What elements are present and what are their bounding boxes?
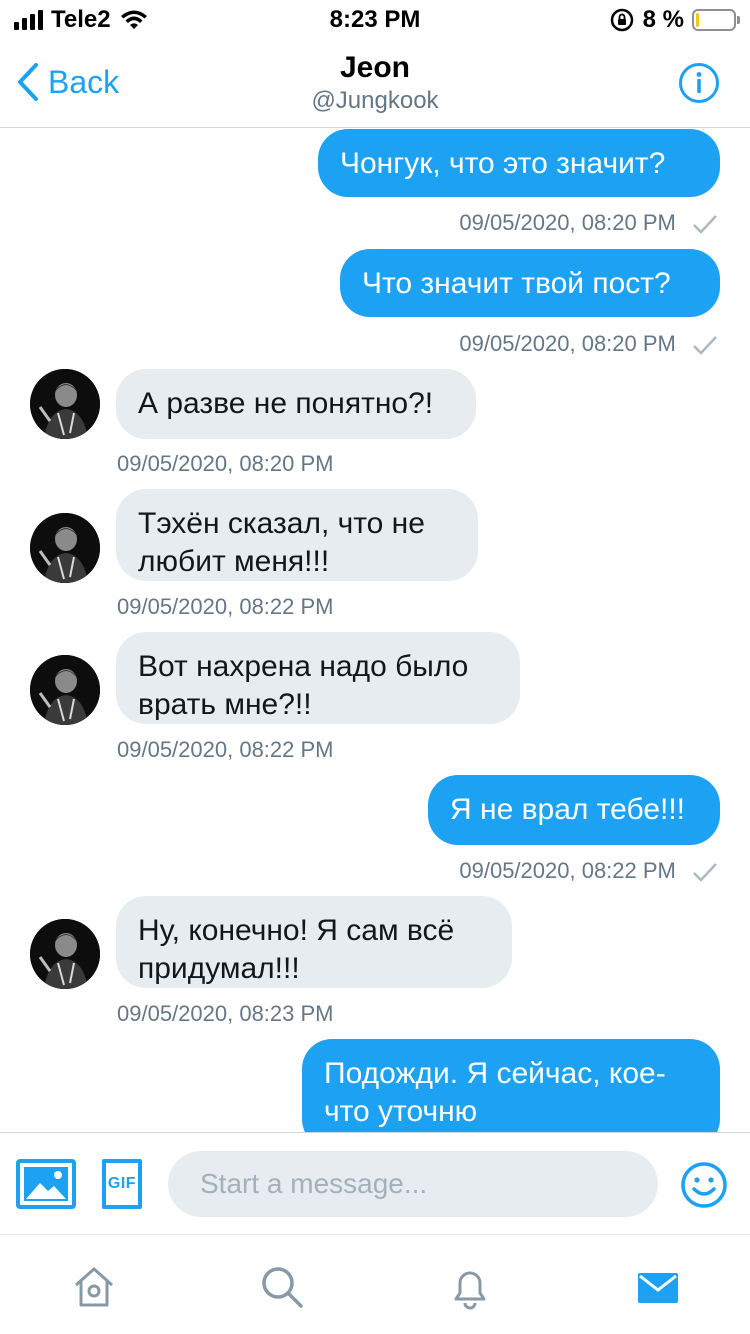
- contact-name: Jeon: [339, 51, 411, 84]
- timestamp-text: 09/05/2020, 08:22 PM: [117, 737, 334, 762]
- message-composer: GIF: [0, 1132, 750, 1234]
- message-text: Что значит твой пост?: [362, 267, 671, 300]
- message-timestamp: 09/05/2020, 08:20 PM: [459, 209, 718, 237]
- message-text: Подожди. Я сейчас, кое-что уточню: [324, 1057, 666, 1128]
- timestamp-text: 09/05/2020, 08:20 PM: [117, 451, 334, 476]
- notifications-icon[interactable]: [446, 1263, 494, 1311]
- info-icon[interactable]: [678, 62, 720, 104]
- message-text: Тэхён сказал, что не любит меня!!!: [138, 507, 425, 578]
- timestamp-text: 09/05/2020, 08:20 PM: [459, 210, 676, 235]
- message-bubble-outgoing[interactable]: Что значит твой пост?: [340, 249, 720, 317]
- timestamp-text: 09/05/2020, 08:22 PM: [117, 594, 334, 619]
- timestamp-text: 09/05/2020, 08:22 PM: [459, 858, 676, 883]
- message-bubble-incoming[interactable]: Вот нахрена надо было врать мне?!!: [116, 632, 520, 724]
- contact-info[interactable]: Jeon @Jungkook: [0, 50, 750, 116]
- gif-button[interactable]: GIF: [102, 1159, 142, 1209]
- tab-bar: [0, 1234, 750, 1334]
- message-text: Чонгук, что это значит?: [340, 147, 666, 180]
- message-bubble-outgoing[interactable]: Я не врал тебе!!!: [428, 775, 720, 845]
- message-text: Ну, конечно! Я сам всё придумал!!!: [138, 914, 455, 985]
- avatar[interactable]: [30, 919, 100, 989]
- timestamp-text: 09/05/2020, 08:20 PM: [459, 331, 676, 356]
- battery-icon: [692, 9, 740, 31]
- message-text: Вот нахрена надо было врать мне?!!: [138, 650, 469, 721]
- message-timestamp: 09/05/2020, 08:20 PM: [459, 330, 718, 358]
- avatar-photo: [30, 369, 100, 439]
- sent-check-icon: [693, 215, 717, 234]
- message-text: Я не врал тебе!!!: [450, 793, 686, 826]
- status-bar: Tele2 8:23 PM 8 %: [0, 0, 750, 40]
- sent-check-icon: [693, 336, 717, 355]
- search-icon[interactable]: [258, 1263, 306, 1311]
- message-text: А разве не понятно?!: [138, 387, 434, 420]
- sent-check-icon: [693, 863, 717, 882]
- avatar[interactable]: [30, 369, 100, 439]
- message-bubble-outgoing[interactable]: Подожди. Я сейчас, кое-что уточню: [302, 1039, 720, 1132]
- avatar[interactable]: [30, 513, 100, 583]
- gif-label: GIF: [107, 1175, 137, 1192]
- avatar-photo: [30, 919, 100, 989]
- image-icon[interactable]: [16, 1159, 76, 1209]
- battery-percent: 8 %: [642, 6, 684, 33]
- message-list[interactable]: Чонгук, что это значит? 09/05/2020, 08:2…: [0, 129, 750, 1132]
- home-icon[interactable]: [70, 1263, 118, 1311]
- contact-handle: @Jungkook: [311, 87, 439, 114]
- message-timestamp: 09/05/2020, 08:23 PM: [117, 1000, 334, 1028]
- message-timestamp: 09/05/2020, 08:22 PM: [117, 593, 334, 621]
- message-bubble-incoming[interactable]: Ну, конечно! Я сам всё придумал!!!: [116, 896, 512, 988]
- message-timestamp: 09/05/2020, 08:20 PM: [117, 450, 334, 478]
- message-timestamp: 09/05/2020, 08:22 PM: [459, 857, 718, 885]
- message-input[interactable]: [168, 1151, 658, 1217]
- battery-level: [696, 13, 699, 27]
- orientation-lock-icon: [610, 8, 633, 32]
- avatar[interactable]: [30, 655, 100, 725]
- message-bubble-outgoing[interactable]: Чонгук, что это значит?: [318, 129, 720, 197]
- messages-icon[interactable]: [634, 1263, 682, 1311]
- status-right: 8 %: [609, 6, 740, 34]
- message-bubble-incoming[interactable]: Тэхён сказал, что не любит меня!!!: [116, 489, 478, 581]
- message-timestamp: 09/05/2020, 08:22 PM: [117, 736, 334, 764]
- conversation-header: Back Jeon @Jungkook: [0, 40, 750, 128]
- message-bubble-incoming[interactable]: А разве не понятно?!: [116, 369, 476, 439]
- avatar-photo: [30, 513, 100, 583]
- emoji-icon[interactable]: [680, 1161, 728, 1209]
- avatar-photo: [30, 655, 100, 725]
- timestamp-text: 09/05/2020, 08:23 PM: [117, 1001, 334, 1026]
